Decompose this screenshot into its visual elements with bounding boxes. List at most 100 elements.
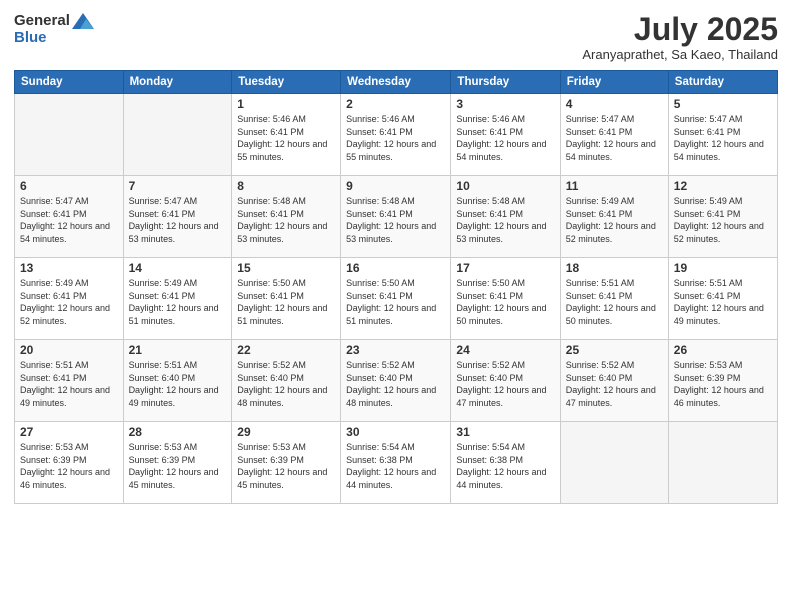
calendar-day-cell: 9 Sunrise: 5:48 AM Sunset: 6:41 PM Daylig…	[341, 176, 451, 258]
day-info: Sunrise: 5:48 AM Sunset: 6:41 PM Dayligh…	[346, 195, 445, 245]
calendar-header-monday: Monday	[123, 71, 232, 94]
day-info: Sunrise: 5:54 AM Sunset: 6:38 PM Dayligh…	[346, 441, 445, 491]
day-info: Sunrise: 5:51 AM Sunset: 6:40 PM Dayligh…	[129, 359, 227, 409]
day-info: Sunrise: 5:47 AM Sunset: 6:41 PM Dayligh…	[566, 113, 663, 163]
day-info: Sunrise: 5:46 AM Sunset: 6:41 PM Dayligh…	[237, 113, 335, 163]
logo-icon	[72, 13, 94, 29]
day-number: 9	[346, 179, 445, 193]
day-number: 27	[20, 425, 118, 439]
calendar-day-cell: 24Sunrise: 5:52 AM Sunset: 6:40 PM Dayli…	[451, 340, 560, 422]
day-info: Sunrise: 5:47 AM Sunset: 6:41 PM Dayligh…	[129, 195, 227, 245]
calendar-week-row: 1 Sunrise: 5:46 AM Sunset: 6:41 PM Daylig…	[15, 94, 778, 176]
day-number: 15	[237, 261, 335, 275]
calendar-day-cell: 25Sunrise: 5:52 AM Sunset: 6:40 PM Dayli…	[560, 340, 668, 422]
day-info: Sunrise: 5:52 AM Sunset: 6:40 PM Dayligh…	[237, 359, 335, 409]
calendar-day-cell	[560, 422, 668, 504]
calendar-day-cell: 18 Sunrise: 5:51 AM Sunset: 6:41 PM Dayli…	[560, 258, 668, 340]
calendar-day-cell: 11Sunrise: 5:49 AM Sunset: 6:41 PM Dayli…	[560, 176, 668, 258]
calendar-day-cell: 27 Sunrise: 5:53 AM Sunset: 6:39 PM Dayli…	[15, 422, 124, 504]
calendar-day-cell: 3 Sunrise: 5:46 AM Sunset: 6:41 PM Daylig…	[451, 94, 560, 176]
calendar-day-cell: 23Sunrise: 5:52 AM Sunset: 6:40 PM Dayli…	[341, 340, 451, 422]
day-info: Sunrise: 5:54 AM Sunset: 6:38 PM Dayligh…	[456, 441, 554, 491]
day-number: 2	[346, 97, 445, 111]
day-number: 8	[237, 179, 335, 193]
calendar-day-cell: 15 Sunrise: 5:50 AM Sunset: 6:41 PM Dayli…	[232, 258, 341, 340]
calendar-header-friday: Friday	[560, 71, 668, 94]
calendar-header-wednesday: Wednesday	[341, 71, 451, 94]
day-info: Sunrise: 5:53 AM Sunset: 6:39 PM Dayligh…	[674, 359, 772, 409]
day-info: Sunrise: 5:49 AM Sunset: 6:41 PM Dayligh…	[674, 195, 772, 245]
month-title: July 2025	[582, 12, 778, 47]
day-info: Sunrise: 5:47 AM Sunset: 6:41 PM Dayligh…	[674, 113, 772, 163]
day-number: 26	[674, 343, 772, 357]
calendar-header-saturday: Saturday	[668, 71, 777, 94]
title-section: July 2025 Aranyaprathet, Sa Kaeo, Thaila…	[582, 12, 778, 62]
day-number: 1	[237, 97, 335, 111]
page: General Blue July 2025 Aranyaprathet, Sa…	[0, 0, 792, 612]
day-info: Sunrise: 5:46 AM Sunset: 6:41 PM Dayligh…	[346, 113, 445, 163]
day-number: 12	[674, 179, 772, 193]
calendar-week-row: 6Sunrise: 5:47 AM Sunset: 6:41 PM Daylig…	[15, 176, 778, 258]
calendar-day-cell: 1 Sunrise: 5:46 AM Sunset: 6:41 PM Daylig…	[232, 94, 341, 176]
calendar-header-row: SundayMondayTuesdayWednesdayThursdayFrid…	[15, 71, 778, 94]
calendar-day-cell: 19Sunrise: 5:51 AM Sunset: 6:41 PM Dayli…	[668, 258, 777, 340]
logo-general: General	[14, 12, 70, 29]
day-info: Sunrise: 5:48 AM Sunset: 6:41 PM Dayligh…	[456, 195, 554, 245]
day-info: Sunrise: 5:46 AM Sunset: 6:41 PM Dayligh…	[456, 113, 554, 163]
day-number: 14	[129, 261, 227, 275]
day-info: Sunrise: 5:51 AM Sunset: 6:41 PM Dayligh…	[20, 359, 118, 409]
day-number: 13	[20, 261, 118, 275]
day-number: 28	[129, 425, 227, 439]
calendar-day-cell: 17 Sunrise: 5:50 AM Sunset: 6:41 PM Dayli…	[451, 258, 560, 340]
day-number: 29	[237, 425, 335, 439]
day-number: 5	[674, 97, 772, 111]
day-info: Sunrise: 5:49 AM Sunset: 6:41 PM Dayligh…	[129, 277, 227, 327]
calendar-day-cell: 28 Sunrise: 5:53 AM Sunset: 6:39 PM Dayli…	[123, 422, 232, 504]
day-info: Sunrise: 5:50 AM Sunset: 6:41 PM Dayligh…	[237, 277, 335, 327]
logo-blue: Blue	[14, 29, 47, 46]
day-number: 16	[346, 261, 445, 275]
calendar-day-cell: 8 Sunrise: 5:48 AM Sunset: 6:41 PM Daylig…	[232, 176, 341, 258]
day-number: 23	[346, 343, 445, 357]
location: Aranyaprathet, Sa Kaeo, Thailand	[582, 47, 778, 62]
calendar-day-cell: 16 Sunrise: 5:50 AM Sunset: 6:41 PM Dayli…	[341, 258, 451, 340]
day-number: 7	[129, 179, 227, 193]
calendar-day-cell: 22Sunrise: 5:52 AM Sunset: 6:40 PM Dayli…	[232, 340, 341, 422]
day-info: Sunrise: 5:49 AM Sunset: 6:41 PM Dayligh…	[20, 277, 118, 327]
calendar-header-sunday: Sunday	[15, 71, 124, 94]
day-number: 31	[456, 425, 554, 439]
day-info: Sunrise: 5:47 AM Sunset: 6:41 PM Dayligh…	[20, 195, 118, 245]
calendar-day-cell: 29 Sunrise: 5:53 AM Sunset: 6:39 PM Dayli…	[232, 422, 341, 504]
calendar-day-cell	[668, 422, 777, 504]
day-info: Sunrise: 5:53 AM Sunset: 6:39 PM Dayligh…	[20, 441, 118, 491]
calendar-week-row: 27 Sunrise: 5:53 AM Sunset: 6:39 PM Dayli…	[15, 422, 778, 504]
logo: General Blue	[14, 12, 94, 46]
day-info: Sunrise: 5:53 AM Sunset: 6:39 PM Dayligh…	[129, 441, 227, 491]
day-number: 21	[129, 343, 227, 357]
day-number: 18	[566, 261, 663, 275]
day-number: 30	[346, 425, 445, 439]
day-number: 20	[20, 343, 118, 357]
day-info: Sunrise: 5:48 AM Sunset: 6:41 PM Dayligh…	[237, 195, 335, 245]
calendar-week-row: 20 Sunrise: 5:51 AM Sunset: 6:41 PM Dayli…	[15, 340, 778, 422]
day-number: 3	[456, 97, 554, 111]
day-info: Sunrise: 5:49 AM Sunset: 6:41 PM Dayligh…	[566, 195, 663, 245]
day-number: 17	[456, 261, 554, 275]
day-info: Sunrise: 5:53 AM Sunset: 6:39 PM Dayligh…	[237, 441, 335, 491]
calendar-day-cell: 26 Sunrise: 5:53 AM Sunset: 6:39 PM Dayli…	[668, 340, 777, 422]
day-info: Sunrise: 5:51 AM Sunset: 6:41 PM Dayligh…	[674, 277, 772, 327]
calendar-day-cell: 4 Sunrise: 5:47 AM Sunset: 6:41 PM Daylig…	[560, 94, 668, 176]
calendar-day-cell: 31 Sunrise: 5:54 AM Sunset: 6:38 PM Dayli…	[451, 422, 560, 504]
day-info: Sunrise: 5:50 AM Sunset: 6:41 PM Dayligh…	[456, 277, 554, 327]
calendar: SundayMondayTuesdayWednesdayThursdayFrid…	[14, 70, 778, 504]
day-info: Sunrise: 5:50 AM Sunset: 6:41 PM Dayligh…	[346, 277, 445, 327]
day-info: Sunrise: 5:51 AM Sunset: 6:41 PM Dayligh…	[566, 277, 663, 327]
calendar-day-cell: 7 Sunrise: 5:47 AM Sunset: 6:41 PM Daylig…	[123, 176, 232, 258]
day-info: Sunrise: 5:52 AM Sunset: 6:40 PM Dayligh…	[456, 359, 554, 409]
calendar-day-cell: 30 Sunrise: 5:54 AM Sunset: 6:38 PM Dayli…	[341, 422, 451, 504]
calendar-day-cell: 14 Sunrise: 5:49 AM Sunset: 6:41 PM Dayli…	[123, 258, 232, 340]
calendar-day-cell: 21 Sunrise: 5:51 AM Sunset: 6:40 PM Dayli…	[123, 340, 232, 422]
day-number: 4	[566, 97, 663, 111]
day-info: Sunrise: 5:52 AM Sunset: 6:40 PM Dayligh…	[566, 359, 663, 409]
calendar-header-tuesday: Tuesday	[232, 71, 341, 94]
